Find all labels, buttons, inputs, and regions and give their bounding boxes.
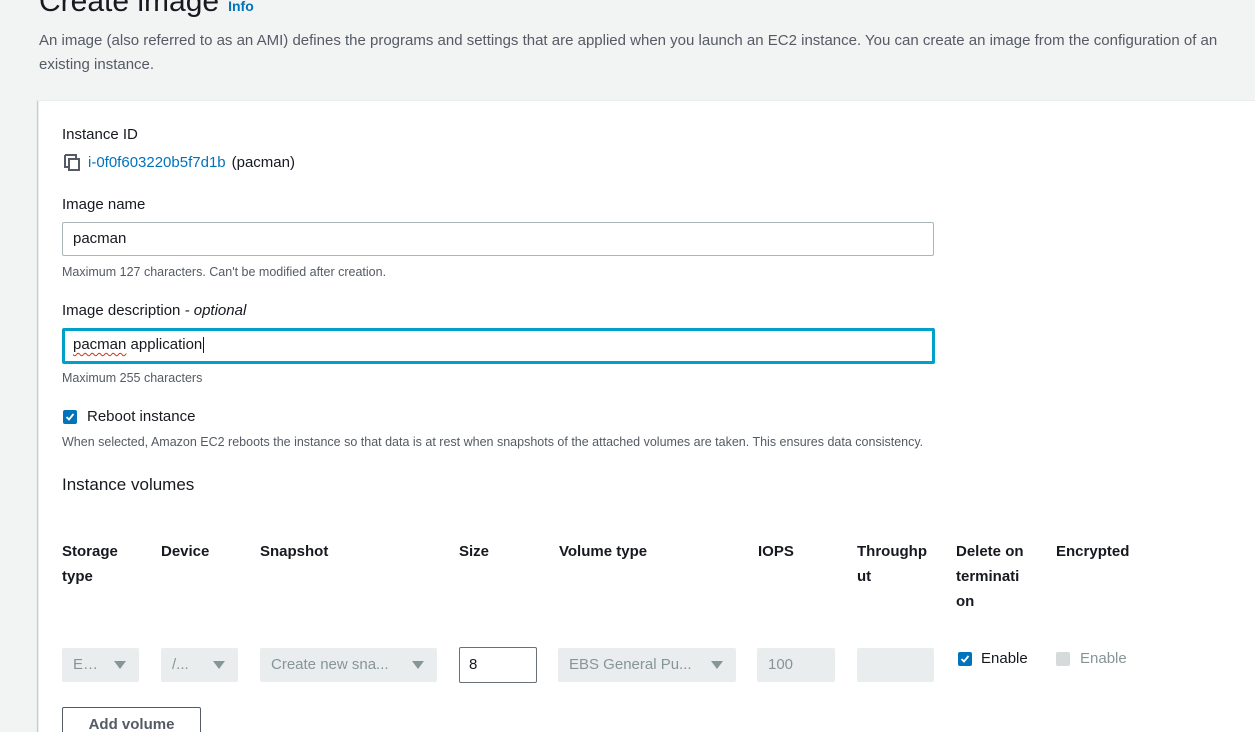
- column-header-storage-type: Storage type: [62, 539, 118, 589]
- header-line: Throughp: [857, 543, 927, 560]
- copy-icon[interactable]: [62, 152, 82, 172]
- image-description-input[interactable]: pacman application: [62, 328, 935, 364]
- delete-on-termination-checkbox[interactable]: [958, 652, 972, 666]
- column-header-throughput: Throughp ut: [857, 539, 927, 589]
- instance-id-link[interactable]: i-0f0f603220b5f7d1b: [88, 154, 226, 171]
- storage-type-select: EBS: [62, 648, 139, 682]
- size-input[interactable]: 8: [459, 647, 537, 683]
- header-line: type: [62, 568, 93, 585]
- storage-type-value: EBS: [73, 656, 102, 673]
- device-select: /...: [161, 648, 238, 682]
- volume-type-select: EBS General Pu...: [558, 648, 736, 682]
- page-title: Create image: [39, 0, 220, 18]
- optional-tag: - optional: [184, 302, 247, 319]
- iops-value: 100: [768, 656, 794, 673]
- header-line: on: [956, 593, 975, 610]
- header-line: Encrypted: [1056, 543, 1130, 560]
- checkmark-icon: [65, 413, 75, 421]
- image-description-label: Image description - optional: [62, 301, 246, 321]
- image-name-value: pacman: [73, 230, 127, 247]
- caret-down-icon: [114, 661, 126, 669]
- reboot-label[interactable]: Reboot instance: [87, 407, 195, 427]
- column-header-volume-type: Volume type: [559, 539, 647, 564]
- checkmark-icon: [960, 655, 970, 663]
- iops-input: 100: [757, 648, 835, 682]
- image-settings-container: Instance ID i-0f0f603220b5f7d1b (pacman)…: [38, 100, 1255, 732]
- header-line: terminati: [956, 568, 1020, 585]
- reboot-checkbox[interactable]: [63, 410, 77, 424]
- page-description: An image (also referred to as an AMI) de…: [39, 32, 1218, 73]
- header: Create image Info: [39, 0, 254, 20]
- header-line: Size: [459, 543, 490, 560]
- throughput-input: [857, 648, 934, 682]
- caret-down-icon: [213, 661, 225, 669]
- text-caret: [203, 337, 205, 354]
- snapshot-value: Create new sna...: [271, 656, 389, 673]
- encrypted-checkbox: [1056, 652, 1070, 666]
- reboot-hint: When selected, Amazon EC2 reboots the in…: [62, 435, 924, 449]
- add-volume-button[interactable]: Add volume: [62, 707, 201, 732]
- volume-type-value: EBS General Pu...: [569, 656, 692, 673]
- header-line: Snapshot: [260, 543, 329, 560]
- column-header-snapshot: Snapshot: [260, 539, 328, 564]
- caret-down-icon: [711, 661, 723, 669]
- image-description-hint: Maximum 255 characters: [62, 371, 203, 385]
- size-value: 8: [469, 656, 478, 673]
- caret-down-icon: [412, 661, 424, 669]
- header-line: Delete on: [956, 543, 1024, 560]
- column-header-size: Size: [459, 539, 489, 564]
- image-name-input[interactable]: pacman: [62, 222, 934, 256]
- header-line: Device: [161, 543, 210, 560]
- instance-id-label: Instance ID: [62, 126, 138, 143]
- column-header-delete-on-termination: Delete on terminati on: [956, 539, 1024, 614]
- create-image-page: Create image Info An image (also referre…: [0, 0, 1255, 732]
- info-link[interactable]: Info: [228, 0, 254, 14]
- spellcheck-word: pacman: [73, 336, 127, 353]
- header-line: IOPS: [758, 543, 794, 560]
- instance-volumes-title: Instance volumes: [62, 475, 195, 494]
- device-value: /...: [172, 656, 189, 673]
- encrypted-label: Enable: [1080, 650, 1127, 667]
- column-header-encrypted: Encrypted: [1056, 539, 1129, 564]
- instance-name: (pacman): [231, 153, 295, 171]
- instance-id-row: i-0f0f603220b5f7d1b (pacman): [62, 152, 295, 172]
- delete-on-termination-label[interactable]: Enable: [981, 649, 1028, 669]
- header-line: Storage: [62, 543, 118, 560]
- snapshot-select: Create new sna...: [260, 648, 437, 682]
- header-line: Volume type: [559, 543, 648, 560]
- image-name-label: Image name: [62, 196, 146, 213]
- image-description-value: application: [126, 336, 203, 353]
- column-header-iops: IOPS: [758, 539, 794, 564]
- column-header-device: Device: [161, 539, 209, 564]
- image-description-label-text: Image description: [62, 302, 181, 319]
- header-line: ut: [857, 568, 872, 585]
- image-name-hint: Maximum 127 characters. Can't be modifie…: [62, 265, 387, 279]
